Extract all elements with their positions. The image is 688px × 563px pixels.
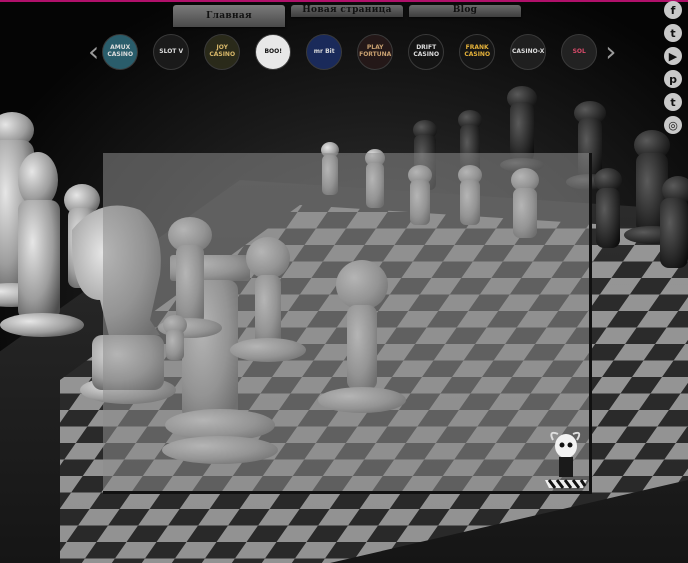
main-navigation: Главная Новая страница Blog: [173, 5, 521, 27]
nav-tab-blog[interactable]: Blog: [409, 5, 521, 17]
carousel-logo-item[interactable]: mr Bit: [306, 34, 343, 70]
content-overlay-panel: [103, 153, 592, 494]
mascot-character-image: [545, 431, 587, 489]
page: Главная Новая страница Blog ‹ AMUX CASIN…: [0, 0, 688, 563]
carousel-logo-item[interactable]: SOL: [561, 34, 598, 70]
casino-logo-carousel: ‹ AMUX CASINO SLOT V JOY CASINO BOO! mr …: [88, 33, 616, 71]
nav-tab-new-page[interactable]: Новая страница: [291, 5, 403, 17]
instagram-icon[interactable]: ◎: [664, 116, 682, 134]
top-accent-line: [0, 0, 688, 2]
carousel-logo-item[interactable]: JOY CASINO: [204, 34, 241, 70]
pinterest-icon[interactable]: p: [664, 70, 682, 88]
carousel-logo-item[interactable]: PLAY FORTUNA: [357, 34, 394, 70]
nav-tab-home[interactable]: Главная: [173, 5, 285, 27]
carousel-logo-item[interactable]: FRANK CASINO: [459, 34, 496, 70]
chevron-left-icon[interactable]: ‹: [88, 38, 99, 66]
twitter-icon[interactable]: t: [664, 24, 682, 42]
carousel-logo-item[interactable]: BOO!: [255, 34, 292, 70]
tumblr-icon[interactable]: t: [664, 93, 682, 111]
carousel-logo-item[interactable]: SLOT V: [153, 34, 190, 70]
facebook-icon[interactable]: f: [664, 1, 682, 19]
chevron-right-icon[interactable]: ›: [605, 38, 616, 66]
youtube-icon[interactable]: ▶: [664, 47, 682, 65]
carousel-logo-item[interactable]: AMUX CASINO: [102, 34, 139, 70]
carousel-logo-item[interactable]: CASINO-X: [510, 34, 547, 70]
social-links: f t ▶ p t ◎: [664, 1, 682, 134]
carousel-logos: AMUX CASINO SLOT V JOY CASINO BOO! mr Bi…: [102, 34, 598, 70]
carousel-logo-item[interactable]: DRIFT CASINO: [408, 34, 445, 70]
